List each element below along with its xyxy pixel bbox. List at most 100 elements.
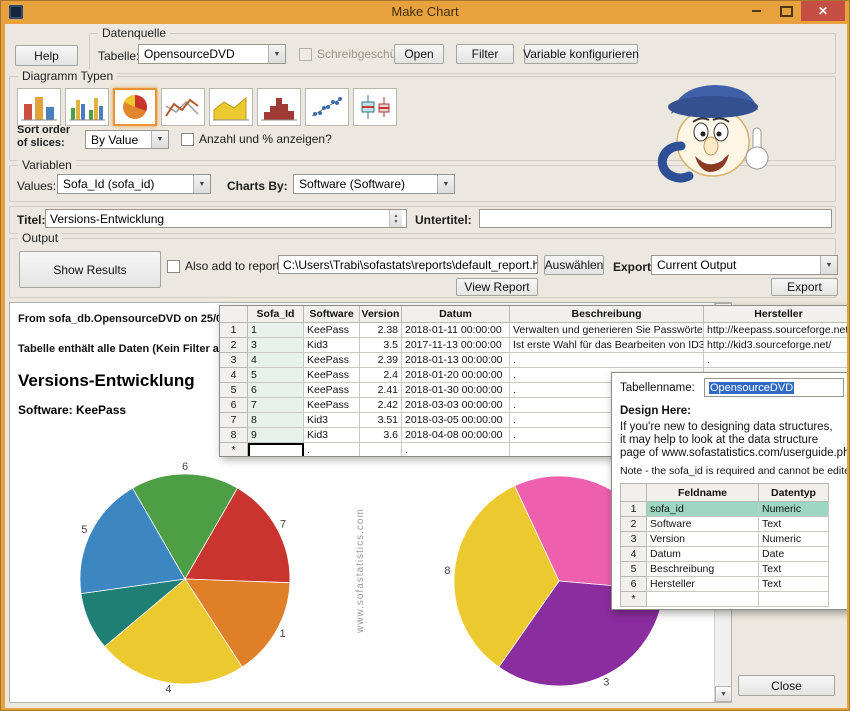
table-header[interactable]: Datum (402, 306, 510, 323)
row-header[interactable]: 4 (220, 368, 248, 383)
row-header[interactable]: 7 (220, 413, 248, 428)
table-cell[interactable] (360, 443, 402, 457)
help-button[interactable]: Help (15, 45, 78, 66)
chevron-down-icon[interactable] (437, 175, 454, 193)
table-cell[interactable]: 3.5 (360, 338, 402, 353)
table-cell[interactable]: KeePass (304, 383, 360, 398)
table-cell[interactable]: . (304, 443, 360, 457)
table-cell[interactable]: 9 (248, 428, 304, 443)
row-header[interactable]: * (621, 592, 647, 607)
choose-report-button[interactable]: Auswählen (544, 255, 604, 275)
table-cell[interactable]: . (704, 353, 847, 368)
export-button[interactable]: Export (771, 278, 838, 296)
field-type-cell[interactable]: Date (759, 547, 829, 562)
table-cell[interactable]: 2018-03-05 00:00:00 (402, 413, 510, 428)
close-window-button[interactable] (801, 1, 845, 21)
table-cell[interactable]: Kid3 (304, 413, 360, 428)
table-cell[interactable]: Kid3 (304, 338, 360, 353)
table-cell[interactable]: Verwalten und generieren Sie Passwörter (510, 323, 704, 338)
chart-type-line[interactable] (161, 88, 205, 126)
table-cell[interactable]: 2018-01-13 00:00:00 (402, 353, 510, 368)
table-cell[interactable]: 2.41 (360, 383, 402, 398)
export-select[interactable]: Current Output (651, 255, 838, 275)
table-cell[interactable]: Ist erste Wahl für das Bearbeiten von ID… (510, 338, 704, 353)
table-cell[interactable]: http://keepass.sourceforge.net/ (704, 323, 847, 338)
row-header[interactable]: 5 (220, 383, 248, 398)
minimize-button[interactable] (741, 1, 771, 21)
row-header[interactable]: 6 (220, 398, 248, 413)
table-header[interactable]: Software (304, 306, 360, 323)
table-cell[interactable]: 8 (248, 413, 304, 428)
field-name-cell[interactable]: Software (647, 517, 759, 532)
chart-type-scatterplot[interactable] (305, 88, 349, 126)
readonly-checkbox[interactable]: Schreibgeschützt (299, 47, 409, 61)
table-corner[interactable] (220, 306, 248, 323)
field-name-cell[interactable]: sofa_id (647, 502, 759, 517)
chart-type-bar[interactable] (17, 88, 61, 126)
report-path-input[interactable]: C:\Users\Trabi\sofastats\reports\default… (278, 255, 538, 274)
title-input[interactable]: Versions-Entwicklung (45, 209, 407, 228)
row-header[interactable]: 3 (621, 532, 647, 547)
table-cell[interactable]: KeePass (304, 323, 360, 338)
table-cell[interactable]: 2018-01-20 00:00:00 (402, 368, 510, 383)
field-type-cell[interactable]: Numeric (759, 502, 829, 517)
filter-button[interactable]: Filter (456, 44, 514, 64)
row-header[interactable]: 8 (220, 428, 248, 443)
configure-variables-button[interactable]: Variable konfigurieren (524, 44, 638, 64)
table-cell[interactable]: 2018-01-11 00:00:00 (402, 323, 510, 338)
table-cell[interactable]: 6 (248, 383, 304, 398)
table-cell[interactable]: . (402, 443, 510, 457)
field-type-cell[interactable]: Text (759, 577, 829, 592)
field-name-cell[interactable]: Datum (647, 547, 759, 562)
subtitle-input[interactable] (479, 209, 832, 228)
chevron-down-icon[interactable] (820, 256, 837, 274)
field-type-cell[interactable] (759, 592, 829, 607)
chart-type-boxplot[interactable] (353, 88, 397, 126)
scroll-down-icon[interactable] (715, 686, 732, 702)
table-cell[interactable]: 5 (248, 368, 304, 383)
close-button[interactable]: Close (738, 675, 835, 696)
table-cell[interactable]: KeePass (304, 398, 360, 413)
table-header[interactable]: Sofa_Id (248, 306, 304, 323)
sort-order-select[interactable]: By Value (85, 130, 169, 149)
row-header[interactable]: 2 (621, 517, 647, 532)
chevron-down-icon[interactable] (193, 175, 210, 193)
row-header[interactable]: 1 (621, 502, 647, 517)
chevron-down-icon[interactable] (268, 45, 285, 63)
add-to-report-checkbox[interactable]: Also add to report (167, 259, 280, 273)
title-spinner-icon[interactable] (389, 210, 402, 227)
table-cell[interactable]: 2.4 (360, 368, 402, 383)
table-select[interactable]: OpensourceDVD (138, 44, 286, 64)
table-header[interactable]: Hersteller (704, 306, 847, 323)
field-type-cell[interactable]: Text (759, 517, 829, 532)
table-corner[interactable] (621, 484, 647, 502)
field-type-cell[interactable]: Text (759, 562, 829, 577)
table-cell[interactable]: Kid3 (304, 428, 360, 443)
table-header[interactable]: Version (360, 306, 402, 323)
chevron-down-icon[interactable] (151, 131, 168, 148)
table-cell[interactable]: KeePass (304, 353, 360, 368)
row-header[interactable]: 6 (621, 577, 647, 592)
chart-type-area[interactable] (209, 88, 253, 126)
maximize-button[interactable] (771, 1, 801, 21)
field-name-cell[interactable]: Hersteller (647, 577, 759, 592)
table-header[interactable]: Feldname (647, 484, 759, 502)
table-cell[interactable]: . (510, 353, 704, 368)
table-name-input[interactable]: OpensourceDVD (704, 378, 844, 397)
table-cell[interactable]: 1 (248, 323, 304, 338)
field-name-cell[interactable]: Beschreibung (647, 562, 759, 577)
field-name-cell[interactable] (647, 592, 759, 607)
chart-type-histogram[interactable] (257, 88, 301, 126)
view-report-button[interactable]: View Report (456, 278, 538, 296)
table-cell[interactable]: 2017-11-13 00:00:00 (402, 338, 510, 353)
row-header[interactable]: 5 (621, 562, 647, 577)
table-cell[interactable]: 3.51 (360, 413, 402, 428)
table-cell[interactable]: 2.42 (360, 398, 402, 413)
show-results-button[interactable]: Show Results (19, 251, 161, 288)
table-cell[interactable]: 3 (248, 338, 304, 353)
open-button[interactable]: Open (394, 44, 444, 64)
table-cell[interactable]: 2018-01-30 00:00:00 (402, 383, 510, 398)
charts-by-select[interactable]: Software (Software) (293, 174, 455, 194)
table-cell[interactable]: 2018-04-08 00:00:00 (402, 428, 510, 443)
table-cell[interactable]: 3.6 (360, 428, 402, 443)
